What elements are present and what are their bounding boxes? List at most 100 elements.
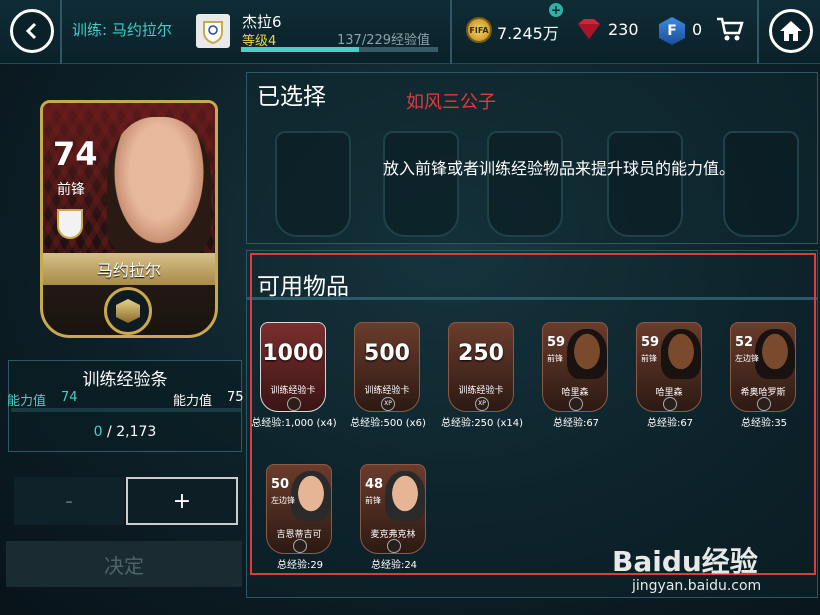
player-item[interactable]: 48 前锋 麦克弗克林 总经验:24 [350, 464, 438, 571]
divider [757, 0, 759, 64]
ability-current: 74 [61, 390, 78, 405]
club-crest-icon [57, 209, 83, 239]
card-player-name: 马约拉尔 [43, 253, 215, 285]
level-progress-bar [241, 47, 438, 52]
card-position: 前锋 [57, 182, 85, 198]
item-card: 59 前锋 哈里森 [636, 322, 702, 412]
selection-slot[interactable] [723, 131, 799, 237]
fifa-points-icon: F [659, 17, 685, 45]
player-item[interactable]: 50 左边锋 吉恩蒂吉可 总经验:29 [256, 464, 344, 571]
item-rating: 52 [735, 335, 754, 350]
item-total-xp: 总经验:1,000 (x4) [251, 418, 337, 429]
training-xp-item[interactable]: 1000 训练经验卡总经验:1,000 (x4) [250, 322, 338, 429]
item-card: 59 前锋 哈里森 [542, 322, 608, 412]
training-xp-item[interactable]: 500 训练经验卡 XP 总经验:500 (x6) [344, 322, 432, 429]
item-position: 前锋 [365, 496, 381, 505]
item-card: 1000 训练经验卡 [260, 322, 326, 412]
selection-slot[interactable] [607, 131, 683, 237]
card-rating: 74 [53, 135, 98, 173]
item-total-xp: 总经验:29 [276, 560, 324, 571]
add-currency-icon[interactable]: + [549, 3, 563, 17]
selection-slot[interactable] [383, 131, 459, 237]
item-card: 48 前锋 麦克弗克林 [360, 464, 426, 554]
item-total-xp: 总经验:500 (x6) [350, 418, 426, 429]
item-rating: 48 [365, 477, 384, 492]
card-tier-icon [569, 397, 583, 411]
player-item[interactable]: 59 前锋 哈里森 总经验:67 [626, 322, 714, 429]
player-item[interactable]: 52 左边锋 希奥哈罗斯 总经验:35 [720, 322, 808, 429]
card-tier-icon [104, 287, 152, 335]
xp-badge-icon: XP [475, 397, 489, 411]
baidu-url: jingyan.baidu.com [632, 578, 762, 594]
confirm-button[interactable]: 决定 [6, 541, 242, 587]
training-screen: 训练: 马约拉尔 杰拉6 等级4 137/229经验值 FIFA 7.245万 … [0, 0, 820, 615]
training-xp-panel: 训练经验条 能力值 74 能力值 75 0 / 2,173 [7, 360, 244, 452]
item-xp-value: 250 [458, 341, 504, 366]
item-card: 52 左边锋 希奥哈罗斯 [730, 322, 796, 412]
card-tier-icon [387, 539, 401, 553]
baidu-logo: Baidu经验 [612, 545, 758, 578]
cart-icon[interactable] [716, 16, 744, 42]
item-position: 前锋 [547, 354, 563, 363]
gem-balance: 230 [608, 20, 639, 39]
xp-text: 137/229经验值 [337, 33, 431, 48]
divider [450, 0, 452, 64]
xp-badge-icon [287, 397, 301, 411]
item-xp-value: 500 [364, 341, 410, 366]
player-photo [107, 117, 211, 255]
item-total-xp: 总经验:35 [740, 418, 788, 429]
top-bar: 训练: 马约拉尔 杰拉6 等级4 137/229经验值 FIFA 7.245万 … [0, 0, 820, 64]
level-progress-fill [241, 47, 360, 52]
item-rating: 50 [271, 477, 290, 492]
training-progress-bar [11, 408, 241, 412]
training-xp-current: 0 [93, 424, 103, 440]
player-photo [755, 329, 795, 379]
item-card: 50 左边锋 吉恩蒂吉可 [266, 464, 332, 554]
training-xp-count: 0 / 2,173 [9, 424, 241, 440]
player-photo [661, 329, 701, 379]
back-button[interactable] [10, 9, 54, 53]
item-total-xp: 总经验:24 [370, 560, 418, 571]
coin-balance: 7.245万 [497, 24, 559, 43]
divider [60, 0, 62, 64]
watermark-text: 如风三公子 [406, 92, 496, 113]
gem-icon [578, 19, 600, 39]
chevron-left-icon [25, 22, 37, 40]
player-photo [385, 471, 425, 521]
item-total-xp: 总经验:67 [646, 418, 694, 429]
item-card: 250 训练经验卡 XP [448, 322, 514, 412]
ability-target: 75 [227, 390, 244, 405]
player-item[interactable]: 59 前锋 哈里森 总经验:67 [532, 322, 620, 429]
selection-slot[interactable] [275, 131, 351, 237]
card-tier-icon [663, 397, 677, 411]
player-name: 杰拉6 [242, 13, 282, 31]
home-icon [780, 21, 802, 41]
item-label: 训练经验卡 [458, 386, 504, 396]
selected-title: 已选择 [257, 84, 326, 110]
item-label: 训练经验卡 [270, 386, 316, 396]
player-photo [291, 471, 331, 521]
decrease-button[interactable]: - [14, 477, 124, 525]
ability-label-current: 能力值 [7, 394, 47, 409]
item-position: 左边锋 [735, 354, 759, 363]
item-label: 训练经验卡 [364, 386, 410, 396]
selection-slot[interactable] [487, 131, 563, 237]
coin-icon: FIFA [466, 17, 492, 43]
item-rating: 59 [547, 335, 566, 350]
item-position: 前锋 [641, 354, 657, 363]
training-xp-item[interactable]: 250 训练经验卡 XP 总经验:250 (x14) [438, 322, 526, 429]
card-tier-icon [757, 397, 771, 411]
item-total-xp: 总经验:250 (x14) [440, 418, 524, 429]
item-total-xp: 总经验:67 [552, 418, 600, 429]
item-position: 左边锋 [271, 496, 295, 505]
item-card: 500 训练经验卡 XP [354, 322, 420, 412]
increase-button[interactable]: + [126, 477, 238, 525]
club-crest-icon [196, 14, 230, 48]
card-tier-icon [293, 539, 307, 553]
xp-badge-icon: XP [381, 397, 395, 411]
item-xp-value: 1000 [262, 341, 324, 366]
home-button[interactable] [769, 9, 813, 53]
item-rating: 59 [641, 335, 660, 350]
training-bar-title: 训练经验条 [82, 370, 168, 390]
fifa-points-balance: 0 [692, 20, 703, 39]
